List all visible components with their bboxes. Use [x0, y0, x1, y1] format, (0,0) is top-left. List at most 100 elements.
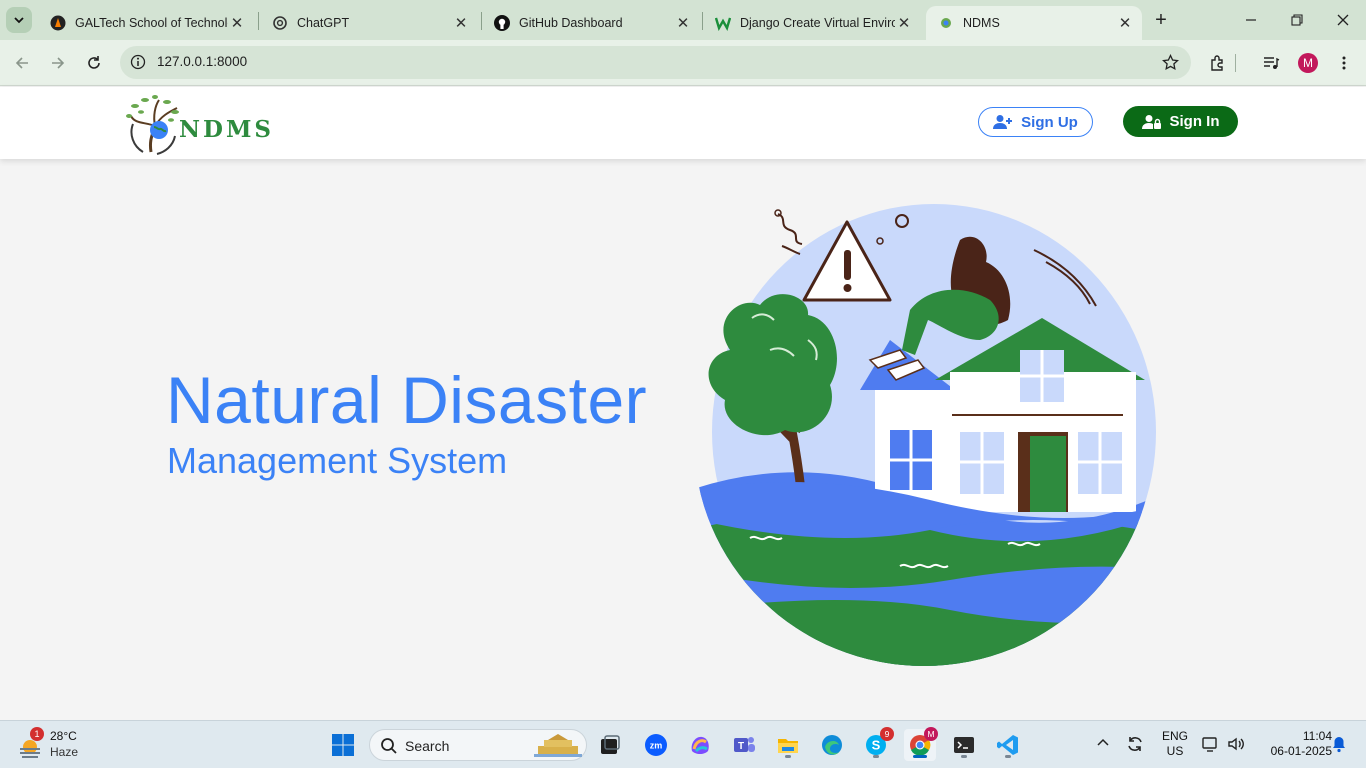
tree-globe-logo-icon [126, 95, 179, 155]
user-lock-icon [1141, 114, 1161, 129]
start-button[interactable] [327, 729, 359, 761]
restore-icon [1291, 14, 1303, 26]
chevron-up-icon [1097, 738, 1109, 746]
restore-button[interactable] [1274, 0, 1320, 40]
search-highlight-temple-icon [534, 734, 582, 757]
tab-django-venv[interactable]: Django Create Virtual Environment ✕ [703, 6, 921, 40]
taskbar-copilot[interactable] [684, 729, 716, 761]
user-plus-icon [993, 115, 1013, 129]
tab-ndms[interactable]: NDMS ✕ [926, 6, 1142, 40]
weather-widget[interactable]: 1 28°C Haze [16, 727, 96, 763]
bell-icon [1333, 737, 1345, 753]
weather-temperature: 28°C [50, 729, 77, 743]
arrow-left-icon [15, 57, 28, 69]
taskbar-skype[interactable]: S 9 [860, 727, 894, 761]
close-tab-icon[interactable]: ✕ [228, 14, 246, 32]
network-tray-icon[interactable] [1201, 735, 1219, 756]
site-info-icon[interactable] [130, 54, 146, 75]
minimize-icon [1246, 19, 1256, 21]
tab-title: Django Create Virtual Environment [740, 16, 895, 30]
taskbar-file-explorer[interactable] [772, 729, 804, 761]
hero-title: Natural Disaster [166, 363, 648, 437]
system-clock[interactable]: 11:04 06-01-2025 [1252, 729, 1332, 759]
sign-up-label: Sign Up [1021, 113, 1078, 131]
hero-subtitle: Management System [167, 440, 508, 481]
task-view-button[interactable] [594, 729, 626, 761]
windows-taskbar: 1 28°C Haze Search zm T S 9 M ENG US 11:… [0, 720, 1366, 768]
network-monitor-icon [1202, 737, 1217, 752]
tab-search-button[interactable] [6, 7, 32, 33]
minimize-button[interactable] [1228, 0, 1274, 40]
keyboard-region: US [1166, 744, 1184, 758]
close-tab-icon[interactable]: ✕ [452, 14, 470, 32]
taskbar-teams[interactable]: T [728, 729, 760, 761]
tab-divider [258, 12, 259, 30]
notifications-button[interactable] [1331, 735, 1347, 756]
running-indicator [961, 755, 967, 758]
chrome-menu-button[interactable] [1333, 52, 1355, 74]
forward-button[interactable] [46, 51, 70, 75]
taskbar-chrome[interactable]: M [904, 727, 938, 761]
bookmark-star-icon[interactable] [1162, 53, 1179, 76]
galtech-favicon-icon [50, 15, 66, 31]
tab-github[interactable]: GitHub Dashboard ✕ [482, 6, 700, 40]
taskbar-zoom[interactable]: zm [640, 729, 672, 761]
weather-condition: Haze [50, 745, 79, 759]
svg-text:T: T [738, 741, 744, 752]
sign-in-label: Sign In [1169, 113, 1220, 130]
close-window-button[interactable] [1320, 0, 1366, 40]
teams-icon: T [734, 737, 755, 752]
github-favicon-icon [494, 15, 510, 31]
chrome-profile-badge: M [924, 727, 938, 741]
address-bar[interactable]: 127.0.0.1:8000 [120, 46, 1191, 79]
copilot-icon [691, 736, 709, 754]
close-tab-icon[interactable]: ✕ [1116, 14, 1134, 32]
sign-up-button[interactable]: Sign Up [978, 107, 1093, 137]
toolbar-divider [1234, 52, 1236, 74]
new-tab-button[interactable]: + [1150, 9, 1172, 31]
puzzle-icon [1211, 55, 1223, 71]
chatgpt-favicon-icon [272, 15, 288, 31]
sync-tray-icon[interactable] [1126, 735, 1144, 756]
folder-icon [778, 739, 798, 753]
taskbar-search-box[interactable]: Search [369, 729, 587, 761]
input-language-indicator[interactable]: ENG US [1160, 729, 1190, 759]
tab-title: ChatGPT [297, 16, 350, 30]
tab-galtech[interactable]: GALTech School of Technology ✕ [38, 6, 254, 40]
svg-text:S: S [872, 738, 881, 753]
reload-icon [88, 56, 100, 69]
sign-in-button[interactable]: Sign In [1123, 106, 1238, 137]
edge-icon [822, 735, 842, 755]
clock-time: 11:04 [1302, 729, 1332, 743]
plus-icon: + [1155, 8, 1167, 31]
sync-icon [1128, 737, 1142, 751]
close-icon [1337, 14, 1349, 26]
taskbar-vscode[interactable] [992, 729, 1024, 761]
language-code: ENG [1161, 729, 1188, 743]
ndms-favicon-icon [938, 15, 954, 31]
search-label: Search [405, 738, 450, 754]
media-control-button[interactable] [1260, 52, 1282, 74]
site-navbar: NDMS Sign Up Sign In [0, 87, 1366, 159]
profile-avatar[interactable]: M [1298, 53, 1318, 73]
taskbar-edge[interactable] [816, 729, 848, 761]
running-indicator [785, 755, 791, 758]
tab-title: NDMS [963, 16, 1000, 30]
reload-button[interactable] [82, 51, 106, 75]
tab-chatgpt[interactable]: ChatGPT ✕ [260, 6, 478, 40]
vscode-icon [997, 735, 1018, 755]
show-hidden-icons-button[interactable] [1096, 735, 1110, 752]
speaker-icon [1228, 737, 1244, 751]
back-button[interactable] [10, 51, 34, 75]
extensions-button[interactable] [1207, 52, 1229, 74]
flood-house-illustration [694, 204, 1156, 666]
volume-tray-icon[interactable] [1227, 735, 1245, 756]
taskbar-terminal[interactable] [948, 729, 980, 761]
ndms-logo[interactable]: NDMS [125, 94, 285, 155]
w-favicon-icon [715, 15, 731, 31]
close-tab-icon[interactable]: ✕ [895, 14, 913, 32]
clock-date: 06-01-2025 [1270, 744, 1332, 758]
close-tab-icon[interactable]: ✕ [674, 14, 692, 32]
svg-text:zm: zm [650, 741, 663, 751]
url-text[interactable]: 127.0.0.1:8000 [157, 54, 247, 69]
